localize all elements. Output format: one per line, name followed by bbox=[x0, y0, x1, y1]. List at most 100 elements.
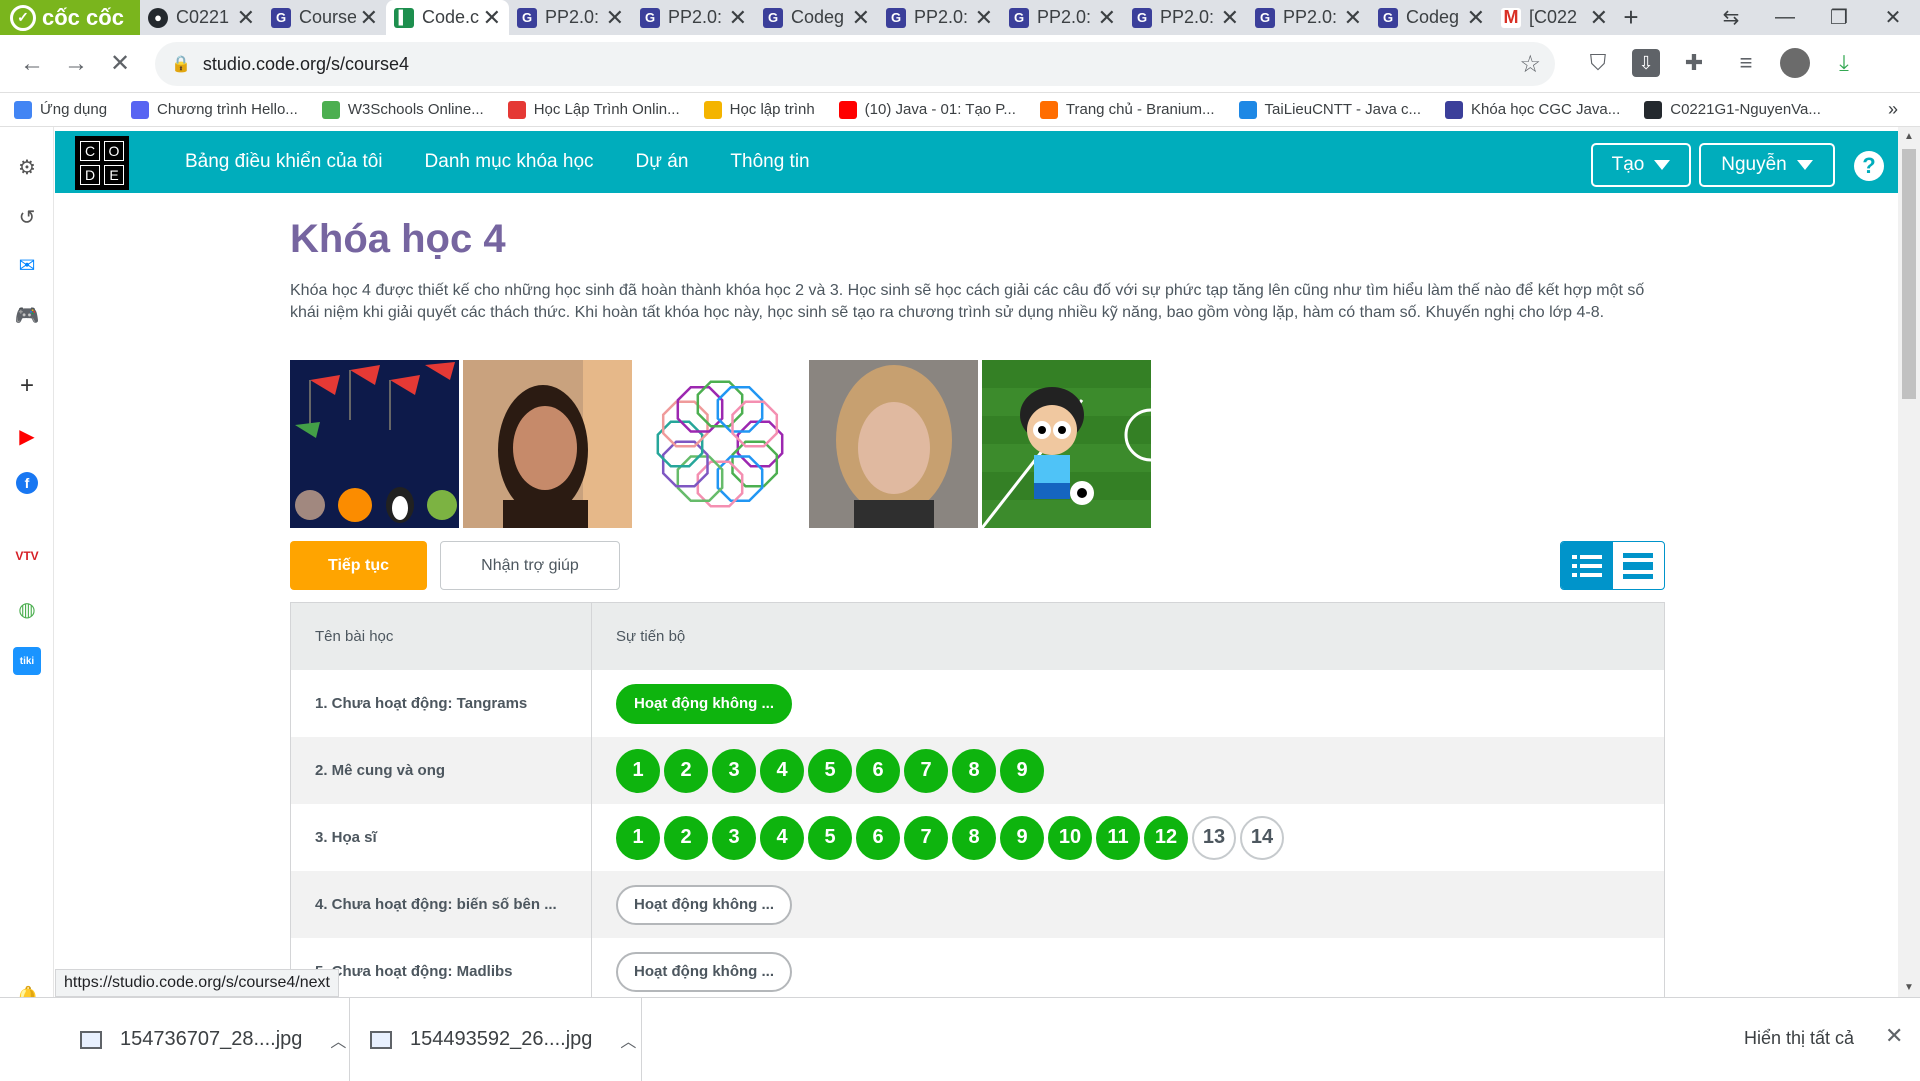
address-bar[interactable]: 🔒 studio.code.org/s/course4 ☆ bbox=[155, 42, 1555, 86]
level-bubble[interactable]: 4 bbox=[760, 748, 804, 793]
bookmark-item[interactable]: Trang chủ - Branium... bbox=[1039, 100, 1215, 119]
thumbnail-soccer-character[interactable] bbox=[982, 360, 1151, 528]
bookmarks-overflow-icon[interactable]: » bbox=[1888, 99, 1898, 120]
tab-search-icon[interactable]: ⇆ bbox=[1704, 5, 1758, 30]
back-arrow-icon[interactable]: ← bbox=[10, 50, 54, 78]
bookmark-item[interactable]: C0221G1-NguyenVa... bbox=[1644, 100, 1821, 119]
code-org-logo[interactable]: C O D E bbox=[75, 136, 129, 190]
nav-course-catalog[interactable]: Danh mục khóa học bbox=[425, 151, 594, 173]
bookmark-item[interactable]: TaiLieuCNTT - Java c... bbox=[1238, 100, 1421, 119]
close-tab-icon[interactable]: ✕ bbox=[729, 5, 747, 31]
level-bubble[interactable]: 2 bbox=[664, 748, 708, 793]
thumbnail-flags-animals[interactable] bbox=[290, 360, 459, 528]
media-playlist-icon[interactable]: ≡ bbox=[1728, 45, 1764, 81]
extensions-puzzle-icon[interactable]: ✚ bbox=[1676, 45, 1712, 81]
level-bubble[interactable]: 3 bbox=[712, 815, 756, 860]
browser-tab[interactable]: G PP2.0: ✕ bbox=[1247, 0, 1370, 35]
level-bubble[interactable]: 5 bbox=[808, 748, 852, 793]
download-manager-icon[interactable]: ⇩ bbox=[1632, 49, 1660, 77]
lesson-name[interactable]: 4. Chưa hoạt động: biến số bên ... bbox=[291, 871, 592, 938]
level-bubble[interactable]: 1 bbox=[616, 748, 660, 793]
level-bubble[interactable]: 3 bbox=[712, 748, 756, 793]
close-tab-icon[interactable]: ✕ bbox=[1344, 5, 1362, 31]
settings-gear-icon[interactable]: ⚙ bbox=[13, 153, 41, 181]
get-help-button[interactable]: Nhận trợ giúp bbox=[440, 541, 620, 590]
level-bubble[interactable]: 7 bbox=[904, 748, 948, 793]
browser-tab[interactable]: G Codeg ✕ bbox=[755, 0, 878, 35]
forward-arrow-icon[interactable]: → bbox=[54, 50, 98, 78]
bookmark-item[interactable]: Học lập trình bbox=[703, 100, 815, 119]
shield-icon[interactable]: ⛉ bbox=[1580, 45, 1616, 81]
level-bubble[interactable]: 10 bbox=[1048, 815, 1092, 860]
browser-tab[interactable]: G PP2.0: ✕ bbox=[632, 0, 755, 35]
activity-pill[interactable]: Hoạt động không ... bbox=[616, 884, 792, 925]
level-bubble[interactable]: 1 bbox=[616, 815, 660, 860]
lesson-name[interactable]: 3. Họa sĩ bbox=[291, 804, 592, 871]
coccoc-logo[interactable]: ✓ cốc cốc bbox=[0, 0, 140, 35]
nav-dashboard[interactable]: Bảng điều khiển của tôi bbox=[185, 151, 383, 173]
youtube-icon[interactable]: ▶ bbox=[13, 422, 41, 450]
download-arrow-icon[interactable]: ⤓ bbox=[1826, 45, 1862, 81]
level-bubble[interactable]: 12 bbox=[1144, 815, 1188, 860]
bookmark-item[interactable]: Khóa học CGC Java... bbox=[1445, 100, 1620, 119]
browser-tab[interactable]: G Codeg ✕ bbox=[1370, 0, 1493, 35]
close-window-button[interactable]: ✕ bbox=[1866, 5, 1920, 30]
bookmark-star-icon[interactable]: ☆ bbox=[1519, 50, 1541, 79]
browser-tab[interactable]: ● C0221 ✕ bbox=[140, 0, 263, 35]
level-bubble[interactable]: 5 bbox=[808, 815, 852, 860]
close-tab-icon[interactable]: ✕ bbox=[852, 5, 870, 31]
history-icon[interactable]: ↺ bbox=[13, 203, 41, 231]
vertical-scrollbar[interactable]: ▲ ▼ bbox=[1898, 127, 1920, 997]
thumbnail-portrait-2[interactable] bbox=[809, 360, 978, 528]
bookmark-item[interactable]: W3Schools Online... bbox=[321, 100, 484, 119]
browser-tab[interactable]: G PP2.0: ✕ bbox=[1124, 0, 1247, 35]
level-bubble[interactable]: 8 bbox=[952, 815, 996, 860]
close-tab-icon[interactable]: ✕ bbox=[1467, 5, 1485, 31]
close-icon[interactable]: ✕ bbox=[1885, 1023, 1903, 1049]
gamepad-icon[interactable]: 🎮 bbox=[13, 301, 41, 329]
minimize-button[interactable]: — bbox=[1758, 6, 1812, 29]
browser-tab[interactable]: G PP2.0: ✕ bbox=[1001, 0, 1124, 35]
browser-tab[interactable]: M [C022 ✕ bbox=[1493, 0, 1616, 35]
lock-icon[interactable]: 🔒 bbox=[171, 54, 191, 74]
messenger-icon[interactable]: ✉ bbox=[13, 251, 41, 279]
chevron-up-icon[interactable]: ︿ bbox=[620, 1028, 636, 1052]
scroll-down-icon[interactable]: ▼ bbox=[1904, 982, 1914, 993]
close-tab-icon[interactable]: ✕ bbox=[1221, 5, 1239, 31]
stop-loading-icon[interactable]: ✕ bbox=[98, 49, 142, 78]
level-bubble[interactable]: 8 bbox=[952, 748, 996, 793]
level-bubble[interactable]: 6 bbox=[856, 815, 900, 860]
browser-tab[interactable]: G PP2.0: ✕ bbox=[509, 0, 632, 35]
close-tab-icon[interactable]: ✕ bbox=[483, 5, 501, 31]
detail-view-icon[interactable] bbox=[1561, 542, 1613, 589]
nav-about[interactable]: Thông tin bbox=[730, 151, 809, 173]
user-dropdown[interactable]: Nguyễn bbox=[1699, 143, 1835, 187]
level-bubble[interactable]: 4 bbox=[760, 815, 804, 860]
browser-tab[interactable]: G PP2.0: ✕ bbox=[878, 0, 1001, 35]
close-tab-icon[interactable]: ✕ bbox=[1590, 5, 1608, 31]
level-bubble[interactable]: 9 bbox=[1000, 748, 1044, 793]
bookmark-item[interactable]: Chương trình Hello... bbox=[131, 100, 298, 119]
vtv-go-icon[interactable]: VTV bbox=[13, 542, 41, 570]
bookmark-item[interactable]: Ứng dụng bbox=[14, 100, 107, 119]
level-bubble[interactable]: 9 bbox=[1000, 815, 1044, 860]
activity-pill[interactable]: Hoạt động không ... bbox=[616, 683, 792, 724]
new-tab-button[interactable]: + bbox=[1616, 2, 1646, 33]
thumbnail-octagon-pattern[interactable] bbox=[636, 360, 805, 528]
download-item[interactable]: 154493592_26....jpg ︿ bbox=[370, 998, 642, 1081]
level-bubble[interactable]: 6 bbox=[856, 748, 900, 793]
bookmark-item[interactable]: Học Lập Trình Onlin... bbox=[507, 100, 680, 119]
summary-view-icon[interactable] bbox=[1613, 542, 1665, 589]
continue-button[interactable]: Tiếp tục bbox=[290, 541, 427, 590]
level-bubble[interactable]: 13 bbox=[1192, 815, 1236, 860]
help-icon[interactable]: ? bbox=[1854, 151, 1884, 181]
activity-pill[interactable]: Hoạt động không ... bbox=[616, 951, 792, 992]
coccoc-game-icon[interactable]: ◍ bbox=[13, 595, 41, 623]
scroll-up-icon[interactable]: ▲ bbox=[1904, 131, 1914, 142]
thumbnail-portrait-1[interactable] bbox=[463, 360, 632, 528]
level-bubble[interactable]: 14 bbox=[1240, 815, 1284, 860]
level-bubble[interactable]: 11 bbox=[1096, 815, 1140, 860]
show-all-downloads-link[interactable]: Hiển thị tất cả bbox=[1744, 1028, 1854, 1049]
browser-tab[interactable]: G Course ✕ bbox=[263, 0, 386, 35]
lesson-name[interactable]: 2. Mê cung và ong bbox=[291, 737, 592, 804]
